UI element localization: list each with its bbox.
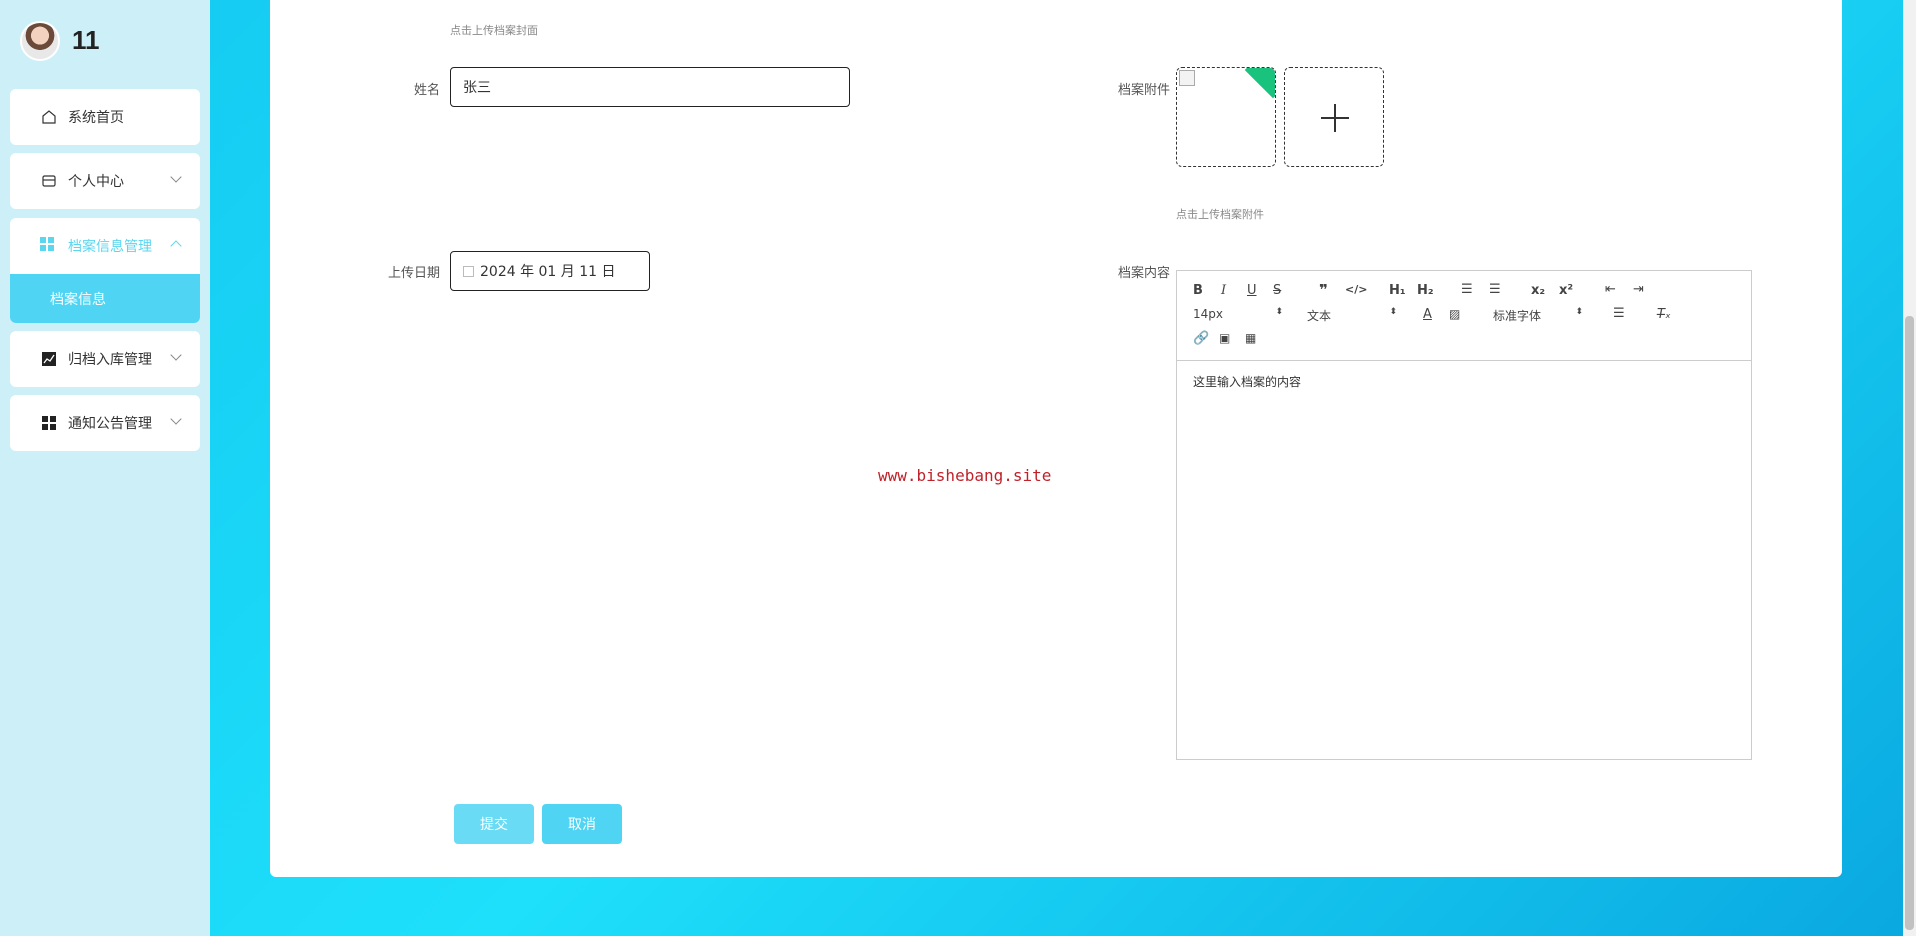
block-format-value: 文本 bbox=[1307, 309, 1332, 323]
bullet-list-icon[interactable]: ☰ bbox=[1489, 282, 1501, 297]
scrollbar-thumb[interactable] bbox=[1905, 316, 1914, 930]
cancel-button[interactable]: 取消 bbox=[542, 804, 622, 844]
wallet-icon bbox=[40, 172, 58, 190]
bold-icon[interactable]: B bbox=[1193, 283, 1203, 298]
chevron-down-icon bbox=[170, 349, 182, 361]
chevron-down-icon bbox=[170, 413, 182, 425]
grid-icon bbox=[40, 414, 58, 432]
background-color-icon[interactable]: ▨ bbox=[1449, 307, 1460, 321]
indent-icon[interactable]: ⇥ bbox=[1633, 282, 1644, 297]
sidebar-item-label: 通知公告管理 bbox=[68, 416, 152, 432]
select-arrows-icon: ⬍ bbox=[1389, 307, 1397, 317]
underline-icon[interactable]: U bbox=[1247, 283, 1257, 298]
user-profile: 11 bbox=[20, 18, 100, 63]
line-chart-icon bbox=[40, 350, 58, 368]
sidebar-item-label: 归档入库管理 bbox=[68, 352, 152, 368]
heading1-icon[interactable]: H₁ bbox=[1389, 283, 1406, 298]
broken-image-icon bbox=[1179, 70, 1195, 86]
block-format-select[interactable]: 文本 ⬍ bbox=[1307, 307, 1397, 324]
rich-text-editor: B I U S ❞ </> H₁ H₂ ☰ ☰ x₂ x² ⇤ ⇥ 14px ⬍… bbox=[1176, 270, 1752, 760]
italic-icon[interactable]: I bbox=[1221, 283, 1226, 298]
font-color-icon[interactable]: A bbox=[1423, 307, 1432, 322]
editor-content-area[interactable]: 这里输入档案的内容 bbox=[1177, 361, 1751, 402]
watermark: www.bishebang.site bbox=[878, 466, 1052, 485]
attachment-label: 档案附件 bbox=[1117, 83, 1170, 98]
sidebar-item-archive-info-management[interactable]: 档案信息管理 bbox=[10, 218, 200, 274]
editor-toolbar: B I U S ❞ </> H₁ H₂ ☰ ☰ x₂ x² ⇤ ⇥ 14px ⬍… bbox=[1177, 271, 1751, 361]
select-arrows-icon: ⬍ bbox=[1575, 307, 1583, 317]
attachment-upload-button[interactable] bbox=[1284, 67, 1384, 167]
sidebar-item-personal-center[interactable]: 个人中心 bbox=[10, 153, 200, 209]
sidebar-item-label: 个人中心 bbox=[68, 174, 124, 190]
outdent-icon[interactable]: ⇤ bbox=[1605, 282, 1616, 297]
name-input[interactable]: 张三 bbox=[450, 67, 850, 107]
sidebar-item-home[interactable]: 系统首页 bbox=[10, 89, 200, 145]
sidebar-subitem-archive-info[interactable]: 档案信息 bbox=[10, 274, 200, 323]
video-icon[interactable]: ▦ bbox=[1245, 331, 1256, 345]
sidebar: 11 系统首页 个人中心 档案信息管理 档案信息 归档入库管理 通知公告管理 bbox=[0, 0, 210, 936]
date-picker[interactable]: 2024 年 01 月 11 日 bbox=[450, 251, 650, 291]
chevron-up-icon bbox=[170, 240, 182, 252]
sidebar-item-label: 档案信息管理 bbox=[68, 239, 152, 255]
font-size-select[interactable]: 14px ⬍ bbox=[1193, 307, 1283, 321]
chevron-down-icon bbox=[170, 171, 182, 183]
font-size-value: 14px bbox=[1193, 307, 1223, 321]
superscript-icon[interactable]: x² bbox=[1559, 283, 1573, 298]
ordered-list-icon[interactable]: ☰ bbox=[1461, 282, 1473, 297]
sidebar-group-archive-info: 档案信息管理 档案信息 bbox=[10, 218, 200, 323]
form-card: 点击上传档案封面 姓名 张三 上传日期 2024 年 01 月 11 日 档案附… bbox=[270, 0, 1842, 877]
sidebar-item-label: 系统首页 bbox=[68, 110, 124, 126]
select-arrows-icon: ⬍ bbox=[1275, 307, 1283, 317]
calendar-icon bbox=[463, 265, 474, 277]
avatar[interactable] bbox=[20, 20, 60, 61]
vertical-scrollbar[interactable] bbox=[1903, 0, 1916, 936]
font-family-select[interactable]: 标准字体 ⬍ bbox=[1493, 307, 1583, 324]
blockquote-icon[interactable]: ❞ bbox=[1319, 281, 1328, 299]
name-label: 姓名 bbox=[413, 83, 440, 98]
strikethrough-icon[interactable]: S bbox=[1273, 283, 1281, 298]
align-icon[interactable]: ☰ bbox=[1613, 306, 1625, 321]
grid-icon bbox=[40, 237, 58, 255]
user-name: 11 bbox=[72, 25, 100, 55]
image-icon[interactable]: ▣ bbox=[1219, 331, 1230, 345]
success-badge bbox=[1244, 68, 1275, 99]
content-label: 档案内容 bbox=[1117, 266, 1170, 281]
attachment-upload-hint: 点击上传档案附件 bbox=[1176, 208, 1264, 221]
date-value: 2024 年 01 月 11 日 bbox=[480, 264, 616, 280]
clear-format-icon[interactable]: T̶ₓ bbox=[1657, 307, 1671, 322]
cover-upload-hint: 点击上传档案封面 bbox=[450, 24, 538, 37]
subscript-icon[interactable]: x₂ bbox=[1531, 283, 1545, 298]
home-icon bbox=[40, 108, 58, 126]
date-label: 上传日期 bbox=[387, 266, 440, 281]
heading2-icon[interactable]: H₂ bbox=[1417, 283, 1434, 298]
font-family-value: 标准字体 bbox=[1493, 309, 1542, 323]
code-icon[interactable]: </> bbox=[1345, 283, 1367, 296]
sidebar-item-archive-storage[interactable]: 归档入库管理 bbox=[10, 331, 200, 387]
attachment-thumbnail[interactable] bbox=[1176, 67, 1276, 167]
sidebar-item-notice-management[interactable]: 通知公告管理 bbox=[10, 395, 200, 451]
link-icon[interactable]: 🔗 bbox=[1193, 331, 1209, 346]
submit-button[interactable]: 提交 bbox=[454, 804, 534, 844]
